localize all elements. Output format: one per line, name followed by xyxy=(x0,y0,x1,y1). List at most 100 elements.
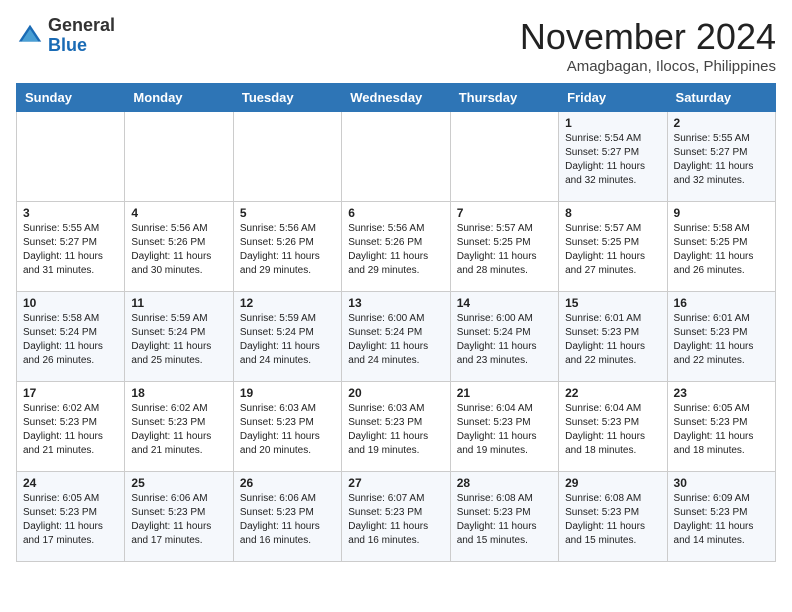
day-number: 18 xyxy=(131,386,226,400)
calendar-cell xyxy=(233,112,341,202)
day-number: 7 xyxy=(457,206,552,220)
day-info: Sunrise: 5:56 AM Sunset: 5:26 PM Dayligh… xyxy=(131,222,226,278)
day-info: Sunrise: 6:06 AM Sunset: 5:23 PM Dayligh… xyxy=(131,492,226,548)
calendar-cell: 17 Sunrise: 6:02 AM Sunset: 5:23 PM Dayli… xyxy=(17,382,125,472)
day-info: Sunrise: 6:05 AM Sunset: 5:23 PM Dayligh… xyxy=(23,492,118,548)
calendar-week-row: 24 Sunrise: 6:05 AM Sunset: 5:23 PM Dayli… xyxy=(17,472,776,562)
calendar-cell xyxy=(450,112,558,202)
day-number: 24 xyxy=(23,476,118,490)
day-info: Sunrise: 5:57 AM Sunset: 5:25 PM Dayligh… xyxy=(457,222,552,278)
logo-icon xyxy=(16,22,44,50)
calendar-cell: 15 Sunrise: 6:01 AM Sunset: 5:23 PM Dayli… xyxy=(559,292,667,382)
calendar-cell xyxy=(17,112,125,202)
calendar-cell: 21 Sunrise: 6:04 AM Sunset: 5:23 PM Dayli… xyxy=(450,382,558,472)
day-number: 25 xyxy=(131,476,226,490)
day-info: Sunrise: 6:01 AM Sunset: 5:23 PM Dayligh… xyxy=(565,312,660,368)
day-info: Sunrise: 6:03 AM Sunset: 5:23 PM Dayligh… xyxy=(348,402,443,458)
day-info: Sunrise: 6:08 AM Sunset: 5:23 PM Dayligh… xyxy=(457,492,552,548)
calendar-cell xyxy=(342,112,450,202)
day-number: 17 xyxy=(23,386,118,400)
logo-blue: Blue xyxy=(48,35,87,55)
day-info: Sunrise: 5:59 AM Sunset: 5:24 PM Dayligh… xyxy=(240,312,335,368)
calendar-week-row: 3 Sunrise: 5:55 AM Sunset: 5:27 PM Daylig… xyxy=(17,202,776,292)
day-info: Sunrise: 5:54 AM Sunset: 5:27 PM Dayligh… xyxy=(565,132,660,188)
calendar-week-row: 10 Sunrise: 5:58 AM Sunset: 5:24 PM Dayli… xyxy=(17,292,776,382)
day-number: 9 xyxy=(674,206,769,220)
calendar-cell: 8 Sunrise: 5:57 AM Sunset: 5:25 PM Daylig… xyxy=(559,202,667,292)
calendar-week-row: 17 Sunrise: 6:02 AM Sunset: 5:23 PM Dayli… xyxy=(17,382,776,472)
page-header: General Blue November 2024 Amagbagan, Il… xyxy=(16,16,776,75)
day-number: 4 xyxy=(131,206,226,220)
day-number: 20 xyxy=(348,386,443,400)
calendar-cell: 5Sunrise: 5:56 AM Sunset: 5:26 PM Daylig… xyxy=(233,202,341,292)
calendar-header-row: SundayMondayTuesdayWednesdayThursdayFrid… xyxy=(17,84,776,112)
calendar-cell: 23 Sunrise: 6:05 AM Sunset: 5:23 PM Dayli… xyxy=(667,382,775,472)
calendar-cell: 30Sunrise: 6:09 AM Sunset: 5:23 PM Dayli… xyxy=(667,472,775,562)
calendar-cell: 12 Sunrise: 5:59 AM Sunset: 5:24 PM Dayli… xyxy=(233,292,341,382)
header-saturday: Saturday xyxy=(667,84,775,112)
calendar-cell: 11 Sunrise: 5:59 AM Sunset: 5:24 PM Dayli… xyxy=(125,292,233,382)
day-number: 21 xyxy=(457,386,552,400)
calendar-cell: 29 Sunrise: 6:08 AM Sunset: 5:23 PM Dayli… xyxy=(559,472,667,562)
day-info: Sunrise: 6:04 AM Sunset: 5:23 PM Dayligh… xyxy=(457,402,552,458)
day-number: 3 xyxy=(23,206,118,220)
day-info: Sunrise: 6:04 AM Sunset: 5:23 PM Dayligh… xyxy=(565,402,660,458)
calendar-cell: 18 Sunrise: 6:02 AM Sunset: 5:23 PM Dayli… xyxy=(125,382,233,472)
calendar-cell: 7 Sunrise: 5:57 AM Sunset: 5:25 PM Daylig… xyxy=(450,202,558,292)
day-info: Sunrise: 5:56 AM Sunset: 5:26 PM Dayligh… xyxy=(348,222,443,278)
day-info: Sunrise: 5:58 AM Sunset: 5:25 PM Dayligh… xyxy=(674,222,769,278)
logo: General Blue xyxy=(16,16,115,56)
header-thursday: Thursday xyxy=(450,84,558,112)
day-number: 16 xyxy=(674,296,769,310)
day-number: 1 xyxy=(565,116,660,130)
day-number: 15 xyxy=(565,296,660,310)
calendar-cell: 20 Sunrise: 6:03 AM Sunset: 5:23 PM Dayli… xyxy=(342,382,450,472)
calendar-cell: 9 Sunrise: 5:58 AM Sunset: 5:25 PM Daylig… xyxy=(667,202,775,292)
day-info: Sunrise: 5:55 AM Sunset: 5:27 PM Dayligh… xyxy=(674,132,769,188)
calendar-table: SundayMondayTuesdayWednesdayThursdayFrid… xyxy=(16,83,776,562)
day-number: 28 xyxy=(457,476,552,490)
calendar-cell: 24 Sunrise: 6:05 AM Sunset: 5:23 PM Dayli… xyxy=(17,472,125,562)
day-number: 14 xyxy=(457,296,552,310)
calendar-cell: 22Sunrise: 6:04 AM Sunset: 5:23 PM Dayli… xyxy=(559,382,667,472)
calendar-cell: 1 Sunrise: 5:54 AM Sunset: 5:27 PM Daylig… xyxy=(559,112,667,202)
day-info: Sunrise: 5:57 AM Sunset: 5:25 PM Dayligh… xyxy=(565,222,660,278)
calendar-cell: 28 Sunrise: 6:08 AM Sunset: 5:23 PM Dayli… xyxy=(450,472,558,562)
logo-general: General xyxy=(48,15,115,35)
calendar-cell: 3 Sunrise: 5:55 AM Sunset: 5:27 PM Daylig… xyxy=(17,202,125,292)
day-number: 23 xyxy=(674,386,769,400)
day-info: Sunrise: 5:55 AM Sunset: 5:27 PM Dayligh… xyxy=(23,222,118,278)
calendar-cell: 4 Sunrise: 5:56 AM Sunset: 5:26 PM Daylig… xyxy=(125,202,233,292)
title-block: November 2024 Amagbagan, Ilocos, Philipp… xyxy=(520,16,776,75)
day-number: 10 xyxy=(23,296,118,310)
day-number: 6 xyxy=(348,206,443,220)
day-number: 29 xyxy=(565,476,660,490)
header-friday: Friday xyxy=(559,84,667,112)
day-info: Sunrise: 5:59 AM Sunset: 5:24 PM Dayligh… xyxy=(131,312,226,368)
day-info: Sunrise: 6:01 AM Sunset: 5:23 PM Dayligh… xyxy=(674,312,769,368)
calendar-cell: 6 Sunrise: 5:56 AM Sunset: 5:26 PM Daylig… xyxy=(342,202,450,292)
day-info: Sunrise: 6:08 AM Sunset: 5:23 PM Dayligh… xyxy=(565,492,660,548)
calendar-cell: 14Sunrise: 6:00 AM Sunset: 5:24 PM Dayli… xyxy=(450,292,558,382)
calendar-cell xyxy=(125,112,233,202)
day-info: Sunrise: 5:56 AM Sunset: 5:26 PM Dayligh… xyxy=(240,222,335,278)
calendar-cell: 10 Sunrise: 5:58 AM Sunset: 5:24 PM Dayli… xyxy=(17,292,125,382)
day-number: 30 xyxy=(674,476,769,490)
day-number: 27 xyxy=(348,476,443,490)
day-number: 11 xyxy=(131,296,226,310)
calendar-cell: 13Sunrise: 6:00 AM Sunset: 5:24 PM Dayli… xyxy=(342,292,450,382)
day-number: 12 xyxy=(240,296,335,310)
logo-text: General Blue xyxy=(48,16,115,56)
day-info: Sunrise: 6:02 AM Sunset: 5:23 PM Dayligh… xyxy=(131,402,226,458)
day-info: Sunrise: 6:07 AM Sunset: 5:23 PM Dayligh… xyxy=(348,492,443,548)
location-subtitle: Amagbagan, Ilocos, Philippines xyxy=(520,58,776,75)
calendar-cell: 26Sunrise: 6:06 AM Sunset: 5:23 PM Dayli… xyxy=(233,472,341,562)
day-info: Sunrise: 6:02 AM Sunset: 5:23 PM Dayligh… xyxy=(23,402,118,458)
header-tuesday: Tuesday xyxy=(233,84,341,112)
day-info: Sunrise: 6:05 AM Sunset: 5:23 PM Dayligh… xyxy=(674,402,769,458)
day-info: Sunrise: 6:06 AM Sunset: 5:23 PM Dayligh… xyxy=(240,492,335,548)
month-title: November 2024 xyxy=(520,16,776,58)
header-sunday: Sunday xyxy=(17,84,125,112)
day-number: 8 xyxy=(565,206,660,220)
day-info: Sunrise: 5:58 AM Sunset: 5:24 PM Dayligh… xyxy=(23,312,118,368)
